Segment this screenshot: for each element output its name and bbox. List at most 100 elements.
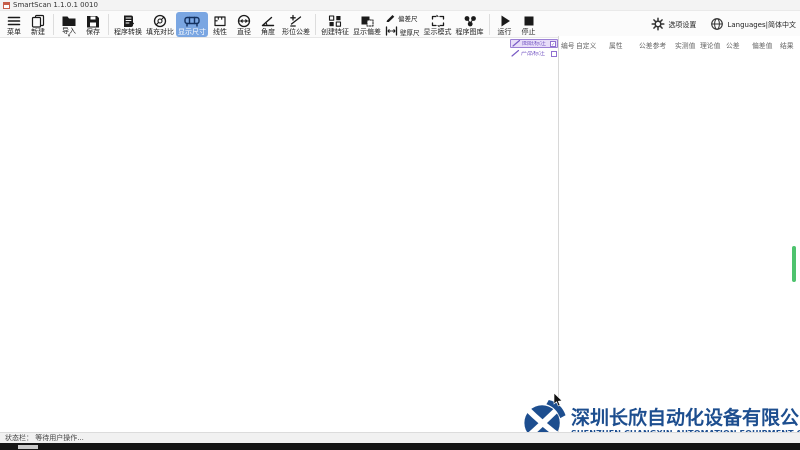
options-settings-label: 选项设置 [668,20,697,29]
wall-thickness-icon [385,25,398,38]
column-header-3[interactable]: 属性 [609,40,639,50]
toolbar: 菜单 新建 导入 ▾ 保存 程序转换 填充对比 显示尺寸 线性 直径 角度 形位公差 创建特征 显示偏差偏… [0,11,800,39]
column-header-7[interactable]: 公差 [726,40,752,50]
toolbar-right: 选项设置 Languages|简体中文 [651,12,796,37]
taskbar-strip [0,443,800,450]
new-doc-icon [30,13,46,28]
company-name-cn: 深圳长欣自动化设备有限公司 [571,406,800,429]
toolbar-button-label: 停止 [521,28,536,36]
language-label: Languages|简体中文 [727,20,796,29]
toolbar-button-label: 保存 [86,28,100,36]
smartscan-window: SmartScan 1.1.0.1 0010 菜单 新建 导入 ▾ 保存 程序转换 填充对比… [0,0,800,450]
toolbar-button-run[interactable]: 运行 [493,12,517,37]
toolbar-button-label: 显示模式 [423,28,452,36]
show-deviation-icon [359,13,375,28]
toolbar-button-label: 角度 [261,28,275,36]
toolbar-button-stop[interactable]: 停止 [517,12,541,37]
column-header-1[interactable]: 编号 [561,40,576,50]
toolbar-button-label: 壁厚尺 [400,28,420,37]
toolbar-button-label: 填充对比 [146,28,174,36]
run-icon [497,13,513,28]
angle-icon [260,13,276,28]
menu-icon [6,13,22,28]
toolbar-button-label: 程序转换 [114,28,142,36]
display-mode-icon [430,13,446,28]
toolbar-button-create-feature[interactable]: 创建特征 [319,12,351,37]
toolbar-button-label: 直径 [237,28,251,36]
toolbar-button-label: 显示偏差 [353,28,381,36]
linear-icon [212,13,228,28]
toolbar-button-show-dimensions[interactable]: 显示尺寸 [176,12,208,37]
mouse-cursor [553,392,563,411]
results-table-header: 编号 自定义 属性 公差参考 实测值 理论值 公差 偏差值 结果 [559,36,800,50]
taskbar-item [18,445,38,449]
toolbar-button-label: 创建特征 [321,28,349,36]
layer-toggle-label: 产品标注 [521,50,546,57]
toolbar-button-label: 线性 [213,28,227,36]
toolbar-divider [53,14,54,35]
toolbar-button-label: 显示尺寸 [178,28,206,36]
toolbar-button-menu[interactable]: 菜单 [2,12,26,37]
toolbar-button-label: 程序图库 [455,28,484,36]
program-convert-icon [120,13,136,28]
pencil-icon [385,12,396,24]
toolbar-button-geo-tolerance[interactable]: 形位公差 [280,12,312,37]
toolbar-stack: 偏差尺 壁厚尺 [383,12,422,37]
toolbar-divider [315,14,316,35]
toolbar-groups: 菜单 新建 导入 ▾ 保存 程序转换 填充对比 显示尺寸 线性 直径 角度 形位公差 创建特征 显示偏差偏… [2,12,541,39]
toolbar-button-fill-compare[interactable]: 填充对比 [144,12,176,37]
annotation-pen-icon [511,49,520,59]
options-settings-button[interactable]: 选项设置 [651,16,697,33]
toolbar-button-show-deviation[interactable]: 显示偏差 [351,12,383,37]
layer-checkbox[interactable] [551,50,557,57]
window-title: SmartScan 1.1.0.1 0010 [13,0,98,9]
globe-icon [710,17,724,33]
column-header-9[interactable]: 结果 [780,40,798,50]
program-library-icon [462,13,478,28]
toolbar-button-angle[interactable]: 角度 [256,12,280,37]
toolbar-button-new[interactable]: 新建 [26,12,50,37]
status-text: 状态栏： 等待用户操作... [5,433,84,442]
title-bar: SmartScan 1.1.0.1 0010 [0,0,800,11]
toolbar-button-label: 形位公差 [282,28,310,36]
layer-toggle-1[interactable]: 图纸标注 ✓ [510,39,558,48]
toolbar-button-label: 菜单 [7,28,21,36]
geo-tolerance-icon [288,13,304,28]
layer-toggle-2[interactable]: 产品标注 [510,49,558,58]
layer-checkbox[interactable]: ✓ [550,40,556,48]
language-selector[interactable]: Languages|简体中文 [710,17,796,33]
folder-icon [61,13,77,27]
toolbar-button-wall-thickness-ruler[interactable]: 壁厚尺 [385,25,420,38]
toolbar-button-label: 运行 [497,28,512,36]
stop-icon [521,13,537,28]
annotation-layer-toggles: 图纸标注 ✓ 产品标注 [510,39,558,58]
diameter-icon [236,13,252,28]
caliper-icon [183,13,201,28]
toolbar-button-linear[interactable]: 线性 [208,12,232,37]
save-icon [85,13,101,28]
app-window-icon [3,1,10,9]
create-feature-icon [327,13,343,28]
annotation-pen-icon [512,39,521,49]
toolbar-button-label: 偏差尺 [398,14,418,23]
gear-icon [651,16,665,33]
toolbar-button-import[interactable]: 导入 ▾ [57,12,81,39]
right-scrollbar-thumb[interactable] [792,246,796,282]
toolbar-button-program-library[interactable]: 程序图库 [454,12,486,37]
results-panel: 编号 自定义 属性 公差参考 实测值 理论值 公差 偏差值 结果 [559,36,800,432]
toolbar-button-program-convert[interactable]: 程序转换 [112,12,144,37]
toolbar-button-deviation-ruler[interactable]: 偏差尺 [385,12,420,24]
toolbar-divider [488,14,490,35]
fill-compare-icon [152,13,168,28]
column-header-4[interactable]: 公差参考 [639,40,675,50]
toolbar-button-display-mode[interactable]: 显示模式 [422,12,454,37]
column-header-8[interactable]: 偏差值 [752,40,780,50]
column-header-2[interactable]: 自定义 [576,40,609,50]
column-header-6[interactable]: 理论值 [700,40,726,50]
toolbar-button-save[interactable]: 保存 [81,12,105,37]
toolbar-divider [108,14,109,35]
status-bar: 状态栏： 等待用户操作... [0,432,800,443]
toolbar-button-diameter[interactable]: 直径 [232,12,256,37]
column-header-5[interactable]: 实测值 [675,40,700,50]
measurement-canvas[interactable] [0,38,558,432]
